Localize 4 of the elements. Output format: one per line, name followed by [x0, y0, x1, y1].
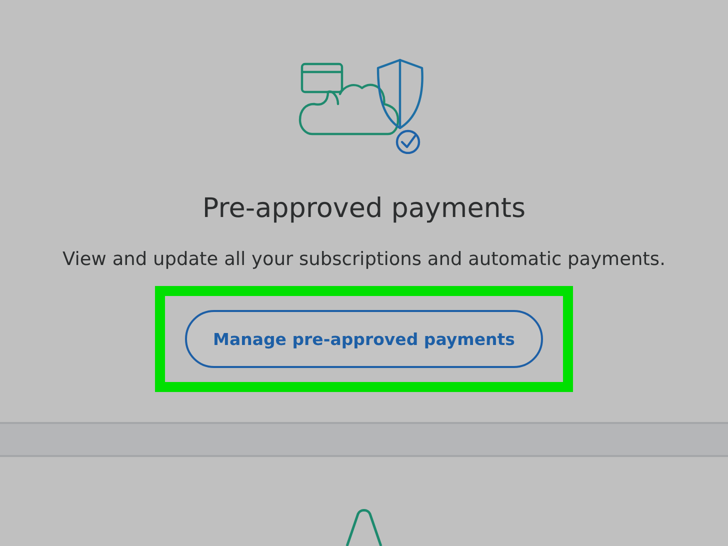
section-description: View and update all your subscriptions and automatic payments.	[62, 248, 666, 272]
partial-outline-icon	[344, 508, 384, 546]
manage-payments-button[interactable]: Manage pre-approved payments	[185, 310, 543, 368]
section-title: Pre-approved payments	[202, 192, 526, 226]
